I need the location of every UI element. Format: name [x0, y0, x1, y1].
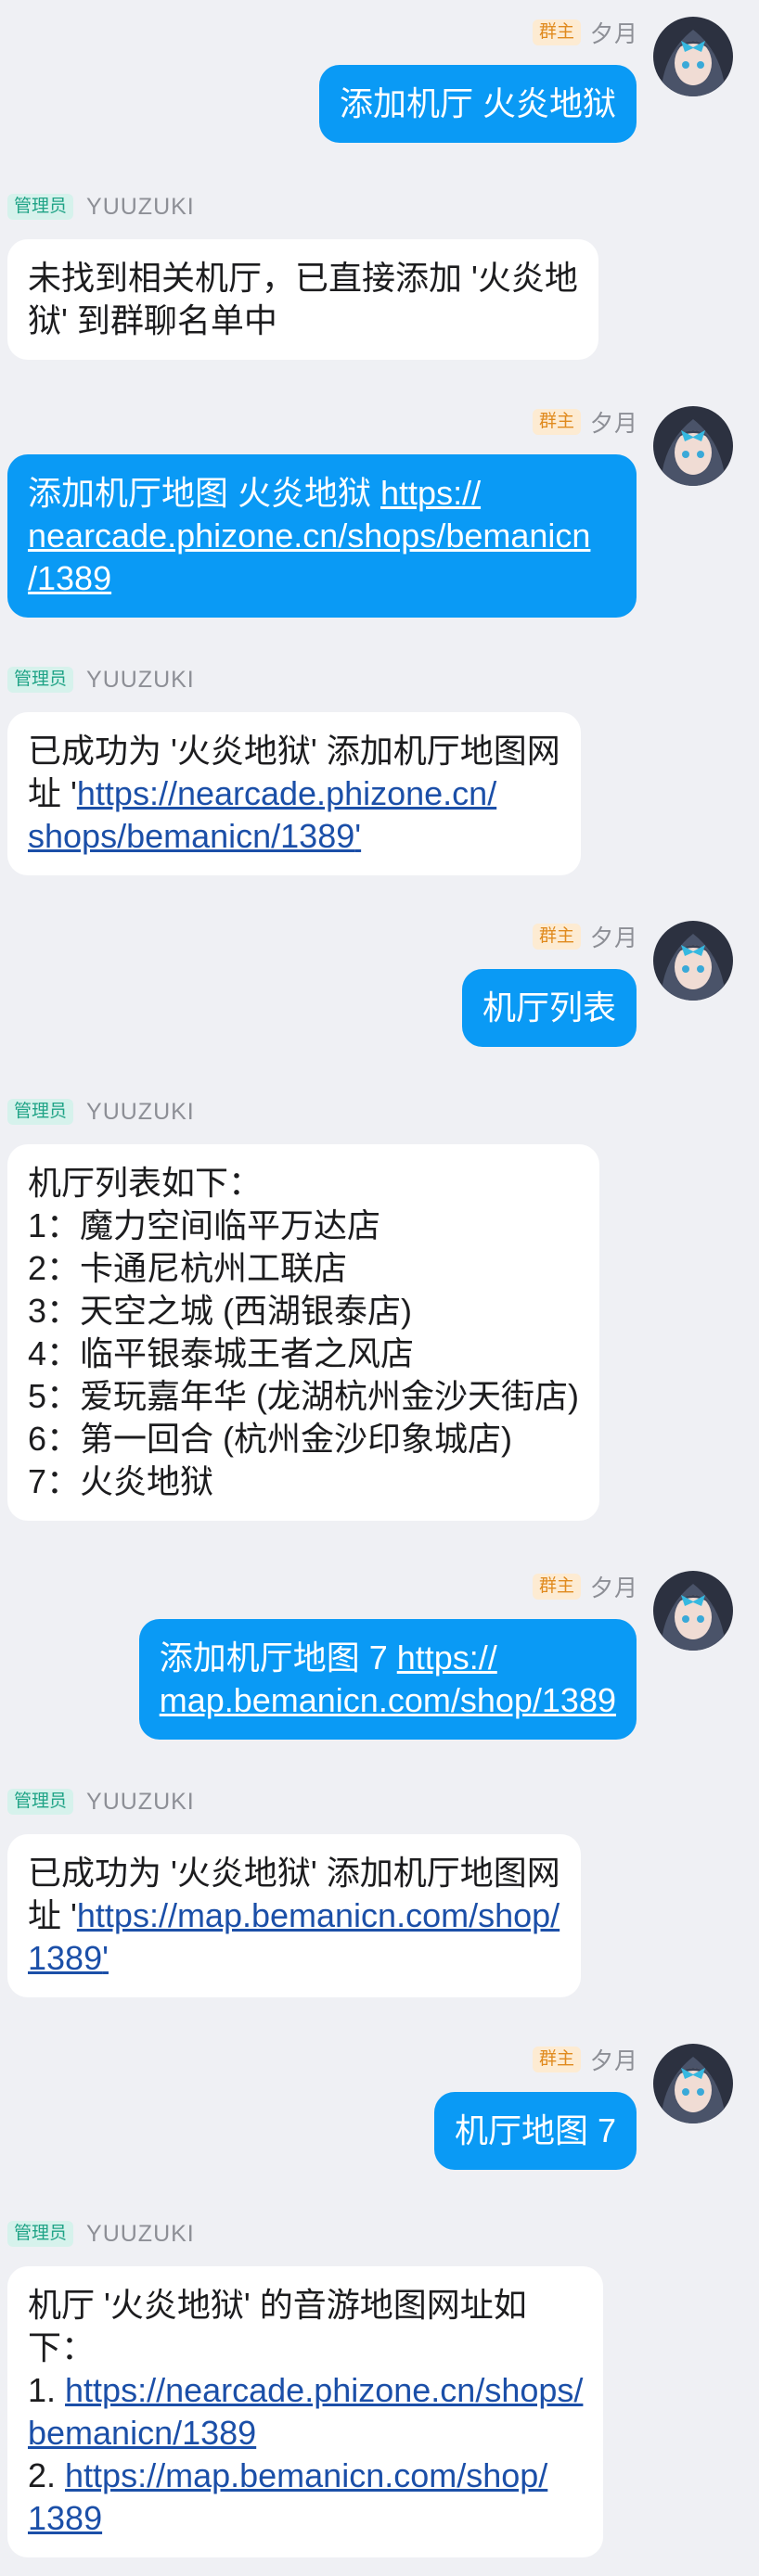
bot-message-bubble[interactable]: 机厅列表如下： 1：魔力空间临平万达店 2：卡通尼杭州工联店 3：天空之城 (西…	[7, 1144, 600, 1521]
admin-badge: 管理员	[7, 194, 74, 220]
avatar-icon[interactable]	[653, 2044, 733, 2123]
bot-message-bubble[interactable]: 已成功为 '火炎地狱' 添加机厅地图网 址 'https://map.beman…	[7, 1834, 581, 1997]
sender-name: 夕月	[589, 21, 638, 47]
message-text: 下：	[28, 2328, 96, 2366]
message-text: 未找到相关机厅，已直接添加 '火炎地	[28, 259, 578, 297]
message-text: 1.	[28, 2371, 66, 2409]
avatar-icon[interactable]	[653, 1571, 733, 1651]
bot-header: 管理员 YUUZUKI	[7, 664, 195, 695]
message-link[interactable]: /1389	[28, 557, 616, 600]
message-link[interactable]: https://nearcade.phizone.cn/shops/	[65, 2371, 583, 2409]
user-message-bubble[interactable]: 添加机厅 火炎地狱	[318, 65, 637, 143]
owner-badge: 群主	[532, 2047, 581, 2072]
owner-badge: 群主	[532, 1574, 581, 1600]
message-text: 址 '	[28, 1896, 77, 1934]
message-text: 址 '	[28, 774, 77, 812]
message-link[interactable]: shops/bemanicn/1389	[28, 817, 354, 855]
sender-name: 夕月	[589, 1575, 638, 1601]
bot-message-bubble[interactable]: 机厅 '火炎地狱' 的音游地图网址如 下： 1. https://nearcad…	[7, 2266, 604, 2557]
message-link[interactable]: '	[354, 817, 361, 855]
bot-name: YUUZUKI	[86, 2220, 195, 2247]
message-text: 机厅列表	[482, 988, 616, 1027]
bot-name: YUUZUKI	[86, 1098, 195, 1125]
message-text: 添加机厅地图 火炎地狱	[28, 474, 381, 512]
message-text: 机厅 '火炎地狱' 的音游地图网址如	[28, 2286, 527, 2324]
owner-badge: 群主	[532, 924, 581, 950]
bot-header: 管理员 YUUZUKI	[7, 1786, 195, 1817]
bot-name: YUUZUKI	[86, 666, 195, 693]
message-text: 添加机厅 火炎地狱	[339, 84, 616, 122]
bot-name: YUUZUKI	[86, 1788, 195, 1815]
admin-badge: 管理员	[7, 2221, 74, 2247]
bot-name: YUUZUKI	[86, 193, 195, 220]
admin-badge: 管理员	[7, 1789, 74, 1815]
admin-badge: 管理员	[7, 1099, 74, 1125]
message-link[interactable]: https://map.bemanicn.com/shop/	[77, 1896, 560, 1934]
owner-badge: 群主	[532, 19, 581, 45]
message-link[interactable]: https://nearcade.phizone.cn/	[77, 774, 496, 812]
list-item: 3：天空之城 (西湖银泰店)	[28, 1292, 413, 1330]
message-link[interactable]: https://	[380, 474, 481, 512]
user-message-bubble[interactable]: 添加机厅地图 火炎地狱 https:// nearcade.phizone.cn…	[7, 454, 637, 618]
admin-badge: 管理员	[7, 667, 74, 693]
bot-header: 管理员 YUUZUKI	[7, 191, 195, 223]
sender-name: 夕月	[589, 925, 638, 951]
list-item: 4：临平银泰城王者之风店	[28, 1334, 415, 1372]
message-text: 狱' 到群聊名单中	[28, 301, 277, 339]
message-text: 机厅地图 7	[454, 2111, 616, 2149]
message-link[interactable]: https://	[397, 1639, 497, 1677]
message-link[interactable]: https://map.bemanicn.com/shop/	[65, 2456, 547, 2494]
sender-header: 群主 夕月	[532, 17, 638, 48]
message-link[interactable]: 1389	[28, 2497, 583, 2540]
message-link[interactable]: '	[102, 1939, 109, 1977]
list-item: 5：爱玩嘉年华 (龙湖杭州金沙天街店)	[28, 1377, 580, 1415]
owner-badge: 群主	[532, 409, 581, 435]
message-text: 添加机厅地图 7	[159, 1639, 397, 1677]
avatar-icon[interactable]	[653, 921, 733, 1001]
message-text: 机厅列表如下：	[28, 1164, 263, 1202]
bot-message-bubble[interactable]: 已成功为 '火炎地狱' 添加机厅地图网 址 'https://nearcade.…	[7, 712, 581, 875]
sender-name: 夕月	[589, 2048, 638, 2074]
sender-header: 群主 夕月	[532, 921, 638, 952]
message-link[interactable]: bemanicn/1389	[28, 2412, 583, 2455]
message-text: 已成功为 '火炎地狱' 添加机厅地图网	[28, 1854, 560, 1892]
message-link[interactable]: nearcade.phizone.cn/shops/bemanicn	[28, 515, 616, 557]
user-message-bubble[interactable]: 添加机厅地图 7 https:// map.bemanicn.com/shop/…	[138, 1619, 637, 1740]
avatar-icon[interactable]	[653, 406, 733, 486]
avatar-icon[interactable]	[653, 17, 733, 96]
bot-header: 管理员 YUUZUKI	[7, 2218, 195, 2250]
message-link[interactable]: map.bemanicn.com/shop/1389	[160, 1679, 616, 1722]
message-text: 2.	[28, 2456, 66, 2494]
user-message-bubble[interactable]: 机厅列表	[461, 969, 637, 1047]
list-item: 1：魔力空间临平万达店	[28, 1206, 381, 1244]
message-text: 已成功为 '火炎地狱' 添加机厅地图网	[28, 732, 560, 770]
list-item: 6：第一回合 (杭州金沙印象城店)	[28, 1420, 513, 1458]
list-item: 2：卡通尼杭州工联店	[28, 1249, 348, 1287]
sender-header: 群主 夕月	[532, 406, 638, 438]
sender-header: 群主 夕月	[532, 1571, 638, 1602]
list-item: 7：火炎地狱	[28, 1462, 214, 1500]
bot-header: 管理员 YUUZUKI	[7, 1096, 195, 1128]
message-link[interactable]: 1389	[28, 1939, 102, 1977]
sender-header: 群主 夕月	[532, 2044, 638, 2075]
user-message-bubble[interactable]: 机厅地图 7	[433, 2092, 637, 2170]
bot-message-bubble[interactable]: 未找到相关机厅，已直接添加 '火炎地 狱' 到群聊名单中	[7, 239, 598, 360]
sender-name: 夕月	[589, 411, 638, 437]
